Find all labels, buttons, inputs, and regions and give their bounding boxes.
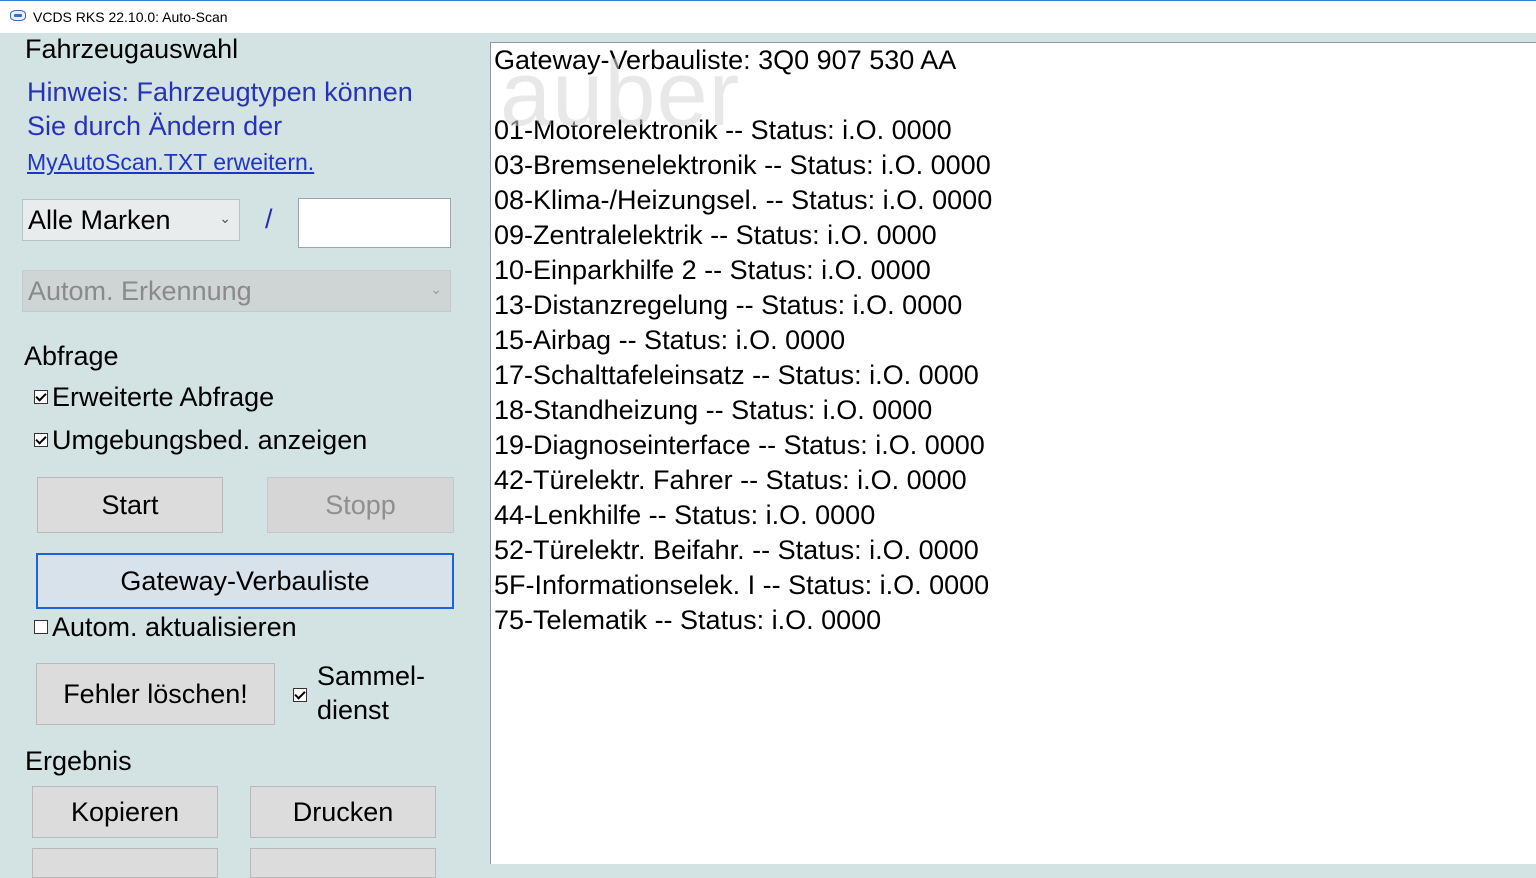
start-button[interactable]: Start bbox=[37, 477, 223, 533]
result-line: 18-Standheizung -- Status: i.O. 0000 bbox=[494, 395, 933, 425]
show-env-label: Umgebungsbed. anzeigen bbox=[52, 425, 368, 455]
detect-select[interactable]: Autom. Erkennung ⌄ bbox=[22, 270, 451, 312]
result-line: 15-Airbag -- Status: i.O. 0000 bbox=[494, 325, 846, 355]
result-line: 10-Einparkhilfe 2 -- Status: i.O. 0000 bbox=[494, 255, 931, 285]
result-line: 01-Motorelektronik -- Status: i.O. 0000 bbox=[494, 115, 952, 145]
control-panel: Fahrzeugauswahl Hinweis: Fahrzeugtypen k… bbox=[0, 33, 490, 878]
chevron-down-icon: ⌄ bbox=[430, 281, 442, 297]
result-line: 75-Telematik -- Status: i.O. 0000 bbox=[494, 605, 882, 635]
result-line: 08-Klima-/Heizungsel. -- Status: i.O. 00… bbox=[494, 185, 993, 215]
result-heading: Ergebnis bbox=[25, 746, 132, 776]
result-line: 03-Bremsenelektronik -- Status: i.O. 000… bbox=[494, 150, 991, 180]
result-line: 19-Diagnoseinterface -- Status: i.O. 000… bbox=[494, 430, 985, 460]
hint-line-1: Hinweis: Fahrzeugtypen können bbox=[27, 77, 413, 107]
detect-select-value: Autom. Erkennung bbox=[28, 276, 252, 306]
result-line: 17-Schalttafeleinsatz -- Status: i.O. 00… bbox=[494, 360, 979, 390]
title-bar: VCDS RKS 22.10.0: Auto-Scan bbox=[0, 0, 1536, 33]
result-line: 52-Türelektr. Beifahr. -- Status: i.O. 0… bbox=[494, 535, 979, 565]
auto-update-checkbox[interactable] bbox=[34, 619, 48, 634]
window-title: VCDS RKS 22.10.0: Auto-Scan bbox=[33, 9, 228, 25]
extended-query-checkbox-row[interactable]: Erweiterte Abfrage bbox=[34, 382, 274, 413]
gateway-list-header: Gateway-Verbauliste: 3Q0 907 530 AA bbox=[494, 45, 957, 75]
copy-button[interactable]: Kopieren bbox=[32, 786, 218, 838]
result-line: 13-Distanzregelung -- Status: i.O. 0000 bbox=[494, 290, 963, 320]
results-panel[interactable]: Gateway-Verbauliste: 3Q0 907 530 AA 01-M… bbox=[490, 42, 1536, 864]
collective-label-line-2: dienst bbox=[317, 695, 390, 725]
gateway-list-button[interactable]: Gateway-Verbauliste bbox=[36, 553, 454, 609]
chevron-down-icon: ⌄ bbox=[219, 210, 231, 226]
myautoscan-link[interactable]: MyAutoScan.TXT erweitern. bbox=[27, 149, 314, 176]
brand-select-value: Alle Marken bbox=[28, 205, 171, 235]
query-heading: Abfrage bbox=[24, 341, 119, 371]
extended-query-label: Erweiterte Abfrage bbox=[52, 382, 275, 412]
result-line: 5F-Informationselek. I -- Status: i.O. 0… bbox=[494, 570, 990, 600]
clear-faults-button[interactable]: Fehler löschen! bbox=[36, 663, 275, 725]
auto-update-checkbox-row[interactable]: Autom. aktualisieren bbox=[34, 612, 297, 643]
brand-select[interactable]: Alle Marken ⌄ bbox=[22, 199, 240, 241]
show-env-checkbox[interactable] bbox=[34, 432, 48, 447]
vehicle-selection-heading: Fahrzeugauswahl bbox=[25, 34, 239, 64]
collective-service-checkbox[interactable] bbox=[293, 688, 307, 702]
result-line: 44-Lenkhilfe -- Status: i.O. 0000 bbox=[494, 500, 876, 530]
partial-button-left[interactable] bbox=[32, 848, 218, 878]
partial-button-right[interactable] bbox=[250, 848, 436, 878]
auto-update-label: Autom. aktualisieren bbox=[52, 612, 297, 642]
print-button[interactable]: Drucken bbox=[250, 786, 436, 838]
collective-label-line-1: Sammel- bbox=[317, 661, 426, 691]
extended-query-checkbox[interactable] bbox=[34, 389, 48, 404]
vcds-app-icon bbox=[10, 10, 26, 21]
result-line: 09-Zentralelektrik -- Status: i.O. 0000 bbox=[494, 220, 937, 250]
result-line: 42-Türelektr. Fahrer -- Status: i.O. 000… bbox=[494, 465, 967, 495]
stop-button[interactable]: Stopp bbox=[267, 477, 454, 533]
model-input[interactable] bbox=[298, 198, 451, 248]
slash-separator: / bbox=[265, 204, 273, 234]
hint-line-2: Sie durch Ändern der bbox=[27, 111, 283, 141]
show-env-checkbox-row[interactable]: Umgebungsbed. anzeigen bbox=[34, 425, 367, 456]
